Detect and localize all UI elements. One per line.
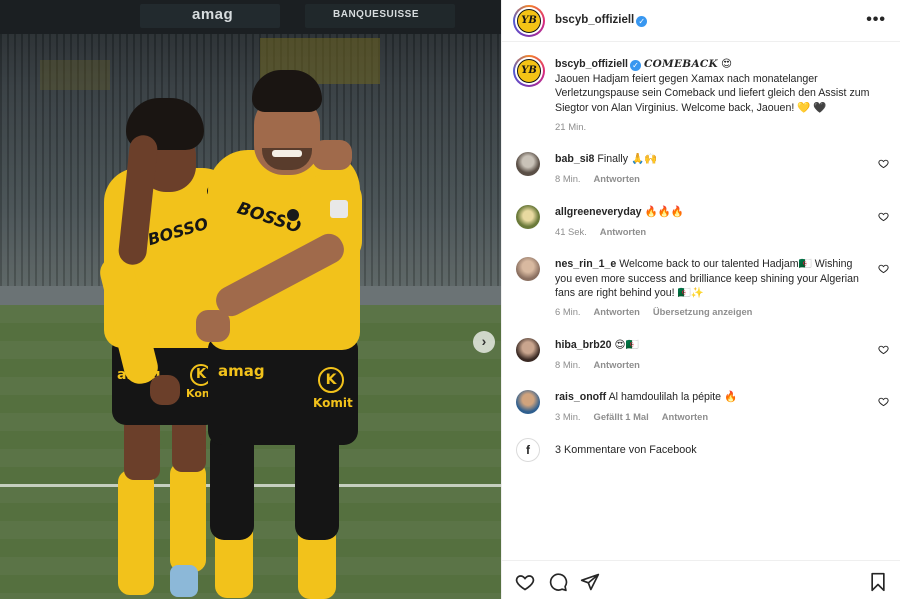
comment-time[interactable]: 8 Min.: [555, 173, 581, 184]
facebook-comments-text[interactable]: 3 Kommentare von Facebook: [555, 444, 697, 456]
comment-meta: 3 Min. Gefällt 1 Mal Antworten: [555, 411, 721, 422]
comment-body: allgreeneveryday 🔥🔥🔥: [555, 205, 870, 220]
header-username-text[interactable]: bscyb_offiziell: [555, 14, 634, 26]
comment-time[interactable]: 3 Min.: [555, 411, 581, 422]
post-photo[interactable]: amag BANQUESUISSE amag K Komit BOSSO ama…: [0, 0, 501, 599]
comment-body: bab_si8 Finally 🙏🙌: [555, 152, 870, 167]
comment-username[interactable]: allgreeneveryday: [555, 206, 642, 218]
reply-button[interactable]: Antworten: [594, 359, 640, 370]
heart-icon[interactable]: [878, 344, 889, 355]
post-caption: bscyb_offiziell ✓ COMEBACK 😍 Jaouen Hadja…: [555, 57, 880, 136]
action-bar: [502, 560, 900, 599]
crest: [285, 207, 301, 223]
comment-avatar[interactable]: [516, 152, 540, 176]
caption-trailing-emojis: 💛 🖤: [797, 101, 827, 114]
comment-text: Al hamdoulilah la pépite 🔥: [608, 391, 738, 403]
smile: [272, 150, 302, 157]
comment-meta: 6 Min. Antworten Übersetzung anzeigen: [555, 306, 765, 317]
facebook-icon: f: [516, 438, 540, 462]
comment-body: nes_rin_1_e Welcome back to our talented…: [555, 257, 870, 301]
comment-icon[interactable]: [548, 572, 568, 592]
comment-avatar[interactable]: [516, 338, 540, 362]
comment-time[interactable]: 8 Min.: [555, 359, 581, 370]
heart-icon[interactable]: [878, 263, 889, 274]
stand-banner-2: [40, 60, 110, 90]
verified-icon: ✓: [636, 16, 648, 27]
heart-icon[interactable]: [878, 396, 889, 407]
hand: [196, 310, 230, 342]
reply-button[interactable]: Antworten: [600, 226, 646, 237]
caption-headline-emoji: 😍: [720, 58, 732, 70]
leg-sleeve: [210, 430, 254, 540]
post-header: YB bscyb_offiziell ✓ •••: [502, 0, 900, 42]
caption-time[interactable]: 21 Min.: [555, 121, 880, 136]
comment-avatar[interactable]: [516, 257, 540, 281]
reply-button[interactable]: Antworten: [594, 173, 640, 184]
sock: [118, 470, 154, 595]
reply-button[interactable]: Antworten: [594, 306, 640, 317]
comment-time[interactable]: 6 Min.: [555, 306, 581, 317]
comment-text: 😍🇩🇿: [614, 339, 639, 351]
comment-username[interactable]: hiba_brb20: [555, 339, 612, 351]
heart-icon[interactable]: [878, 158, 889, 169]
avatar[interactable]: YB: [513, 5, 545, 37]
caption-username[interactable]: bscyb_offiziell: [555, 58, 628, 70]
translate-button[interactable]: Übersetzung anzeigen: [653, 306, 753, 317]
chevron-right-icon[interactable]: ›: [473, 331, 495, 353]
shorts-brand: Komit: [313, 396, 353, 410]
caption-headline: COMEBACK: [643, 58, 718, 70]
boot: [170, 565, 198, 597]
bookmark-icon[interactable]: [868, 572, 888, 592]
comment-text: Finally 🙏🙌: [597, 153, 658, 165]
comment-body: rais_onoff Al hamdoulilah la pépite 🔥: [555, 390, 870, 405]
comment-avatar[interactable]: [516, 390, 540, 414]
comment-meta: 41 Sek. Antworten: [555, 226, 659, 237]
ad-board-text-left: amag: [192, 6, 234, 23]
shorts-k-logo: K: [318, 367, 344, 393]
heart-icon[interactable]: [878, 211, 889, 222]
ad-board-text-right: BANQUESUISSE: [333, 9, 420, 20]
comment-username[interactable]: rais_onoff: [555, 391, 606, 403]
comment-body: hiba_brb20 😍🇩🇿: [555, 338, 870, 353]
post-sidebar: YB bscyb_offiziell ✓ ••• YB bscyb_offizie…: [501, 0, 900, 599]
sleeve-badge: [330, 200, 348, 218]
likes-count[interactable]: Gefällt 1 Mal: [594, 411, 649, 422]
comment-time[interactable]: 41 Sek.: [555, 226, 587, 237]
stadium-roof: amag BANQUESUISSE: [0, 0, 501, 34]
leg-sleeve: [295, 430, 339, 540]
reply-button[interactable]: Antworten: [662, 411, 708, 422]
heart-icon[interactable]: [515, 572, 535, 592]
more-icon[interactable]: •••: [866, 11, 886, 29]
shorts-sponsor: amag: [218, 362, 265, 380]
verified-icon: ✓: [630, 60, 641, 71]
comment-meta: 8 Min. Antworten: [555, 173, 653, 184]
caption-avatar[interactable]: YB: [513, 55, 545, 87]
comment-username[interactable]: bab_si8: [555, 153, 594, 165]
yb-logo: YB: [517, 9, 541, 33]
header-username[interactable]: bscyb_offiziell ✓: [555, 14, 648, 27]
share-icon[interactable]: [580, 572, 600, 592]
hand: [150, 375, 180, 405]
hair: [252, 70, 322, 112]
comment-meta: 8 Min. Antworten: [555, 359, 653, 370]
comment-avatar[interactable]: [516, 205, 540, 229]
comment-username[interactable]: nes_rin_1_e: [555, 258, 616, 270]
comment-text: 🔥🔥🔥: [644, 206, 685, 218]
sock: [170, 462, 206, 572]
yb-logo: YB: [517, 59, 541, 83]
